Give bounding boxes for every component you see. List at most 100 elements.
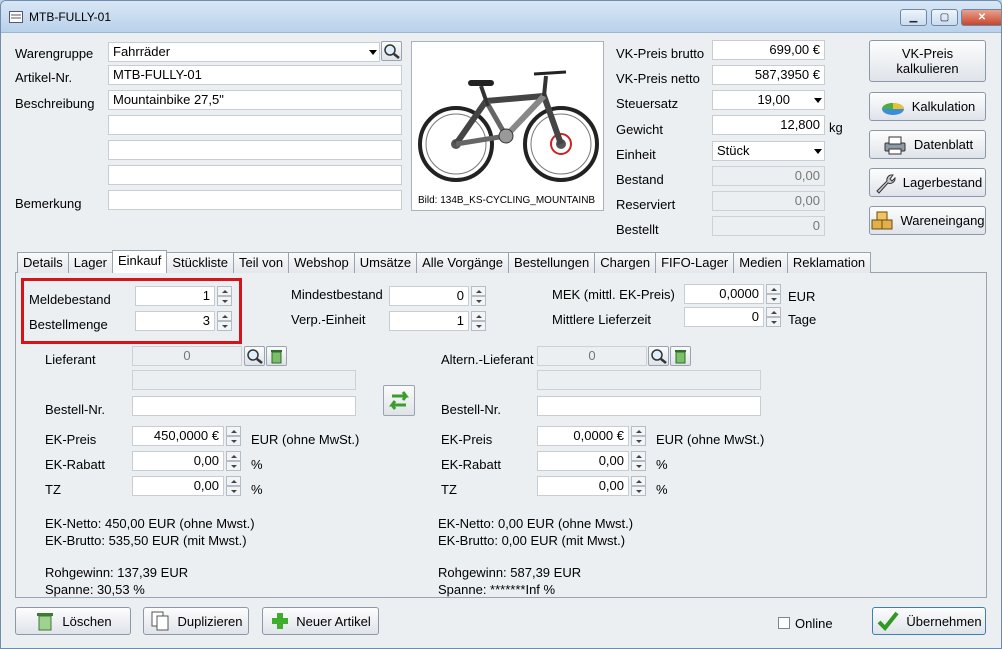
ek-netto-text: EK-Netto: 450,00 EUR (ohne Mwst.) [45, 516, 255, 531]
online-checkbox[interactable] [778, 617, 790, 629]
bemerkung-label: Bemerkung [15, 196, 82, 211]
beschreibung-input-2[interactable] [108, 115, 402, 135]
einheit-label: Einheit [616, 147, 656, 162]
gewicht-label: Gewicht [616, 122, 663, 137]
rabatt-label: EK-Rabatt [45, 457, 105, 472]
bestellmenge-spinner[interactable] [217, 311, 232, 331]
mindestbestand-input[interactable]: 0 [389, 286, 469, 306]
warengruppe-select[interactable]: Fahrräder [108, 42, 380, 62]
artikelnr-label: Artikel-Nr. [15, 70, 73, 85]
reserviert-value: 0,00 [712, 191, 825, 211]
bestellnr-label: Bestell-Nr. [45, 402, 105, 417]
alt-bestellnr-input[interactable] [537, 396, 761, 416]
loeschen-button[interactable]: Löschen [15, 607, 131, 635]
verp-einheit-input[interactable]: 1 [389, 311, 469, 331]
mek-spinner[interactable] [766, 284, 781, 304]
tab-medien[interactable]: Medien [733, 252, 788, 273]
alt-lieferant-clear-button[interactable] [670, 346, 691, 366]
einheit-value: Stück [717, 143, 750, 158]
tab-fifo-lager[interactable]: FIFO-Lager [655, 252, 735, 273]
tab-alle-vorgaenge[interactable]: Alle Vorgänge [416, 252, 510, 273]
steuersatz-select[interactable]: 19,00 [712, 90, 825, 110]
meldebestand-spinner[interactable] [217, 286, 232, 306]
lagerbestand-button[interactable]: Lagerbestand [869, 168, 986, 197]
lieferzeit-spinner[interactable] [766, 307, 781, 327]
lieferzeit-input[interactable]: 0 [684, 307, 764, 327]
kalkulation-button[interactable]: Kalkulation [869, 92, 986, 121]
rabatt-input[interactable]: 0,00 [132, 451, 224, 471]
tab-details[interactable]: Details [17, 252, 69, 273]
bestellmenge-input[interactable]: 3 [135, 311, 215, 331]
tab-webshop[interactable]: Webshop [288, 252, 355, 273]
beschreibung-input-3[interactable] [108, 140, 402, 160]
artikelnr-input[interactable]: MTB-FULLY-01 [108, 65, 402, 85]
datenblatt-button[interactable]: Datenblatt [869, 130, 986, 159]
alt-rabatt-spinner[interactable] [631, 451, 646, 471]
alt-ekpreis-spinner[interactable] [631, 426, 646, 446]
close-button[interactable]: ✕ [961, 9, 1001, 26]
tz-input[interactable]: 0,00 [132, 476, 224, 496]
mindestbestand-spinner[interactable] [471, 286, 486, 306]
tz-spinner[interactable] [226, 476, 241, 496]
alt-tz-unit: % [656, 482, 668, 497]
tab-stueckliste[interactable]: Stückliste [166, 252, 235, 273]
swap-supplier-button[interactable] [383, 385, 415, 416]
warengruppe-search-button[interactable] [381, 41, 402, 61]
rabatt-spinner[interactable] [226, 451, 241, 471]
lieferant-clear-button[interactable] [266, 346, 287, 366]
tab-reklamation[interactable]: Reklamation [786, 252, 872, 273]
trash-icon [271, 350, 282, 364]
ekpreis-unit: EUR (ohne MwSt.) [251, 432, 360, 447]
alt-lieferant-label: Altern.-Lieferant [441, 352, 534, 367]
meldebestand-input[interactable]: 1 [135, 286, 215, 306]
ekpreis-spinner[interactable] [226, 426, 241, 446]
neuer-artikel-button[interactable]: Neuer Artikel [262, 607, 379, 635]
beschreibung-input-1[interactable]: Mountainbike 27,5" [108, 90, 402, 110]
title-bar: MTB-FULLY-01 ▁ ▢ ✕ [1, 1, 1001, 33]
verp-einheit-spinner[interactable] [471, 311, 486, 331]
mek-input[interactable]: 0,0000 [684, 284, 764, 304]
online-label: Online [795, 616, 833, 631]
alt-ekpreis-input[interactable]: 0,0000 € [537, 426, 629, 446]
alt-tz-spinner[interactable] [631, 476, 646, 496]
tab-teil-von[interactable]: Teil von [233, 252, 290, 273]
tab-umsaetze[interactable]: Umsätze [353, 252, 418, 273]
alt-lieferant-name [537, 370, 761, 390]
minimize-button[interactable]: ▁ [900, 9, 927, 26]
tab-bestellungen[interactable]: Bestellungen [508, 252, 596, 273]
tab-lager[interactable]: Lager [67, 252, 113, 273]
vk-kalkulieren-button[interactable]: VK-Preis kalkulieren [869, 40, 986, 82]
vk-brutto-input[interactable]: 699,00 € [712, 40, 825, 60]
duplizieren-button[interactable]: Duplizieren [143, 607, 249, 635]
bestand-label: Bestand [616, 172, 664, 187]
mek-unit: EUR [788, 289, 816, 304]
tab-chargen[interactable]: Chargen [594, 252, 657, 273]
loeschen-label: Löschen [62, 613, 112, 629]
uebernehmen-button[interactable]: Übernehmen [872, 607, 986, 635]
mindestbestand-label: Mindestbestand [291, 287, 383, 302]
bestellnr-input[interactable] [132, 396, 356, 416]
alt-tz-input[interactable]: 0,00 [537, 476, 629, 496]
meldebestand-label: Meldebestand [29, 292, 111, 307]
maximize-button[interactable]: ▢ [931, 9, 958, 26]
neuer-artikel-label: Neuer Artikel [296, 613, 371, 629]
tab-einkauf[interactable]: Einkauf [112, 250, 168, 273]
chevron-down-icon [814, 149, 822, 154]
einheit-select[interactable]: Stück [712, 141, 825, 161]
alt-lieferant-input[interactable]: 0 [537, 346, 647, 366]
lieferant-name [132, 370, 356, 390]
beschreibung-input-4[interactable] [108, 165, 402, 185]
wareneingang-button[interactable]: Wareneingang [869, 206, 986, 235]
gewicht-input[interactable]: 12,800 [712, 115, 825, 135]
alt-lieferant-search-button[interactable] [648, 346, 669, 366]
warengruppe-label: Warengruppe [15, 46, 94, 61]
alt-rabatt-input[interactable]: 0,00 [537, 451, 629, 471]
ekpreis-input[interactable]: 450,0000 € [132, 426, 224, 446]
product-image[interactable]: Bild: 134B_KS-CYCLING_MOUNTAINB [411, 41, 604, 211]
lieferant-search-button[interactable] [244, 346, 265, 366]
vk-kalkulieren-label-1: VK-Preis [901, 46, 954, 61]
bemerkung-input[interactable] [108, 190, 402, 210]
lieferant-input[interactable]: 0 [132, 346, 242, 366]
mountainbike-image [418, 70, 599, 182]
vk-netto-input[interactable]: 587,3950 € [712, 65, 825, 85]
